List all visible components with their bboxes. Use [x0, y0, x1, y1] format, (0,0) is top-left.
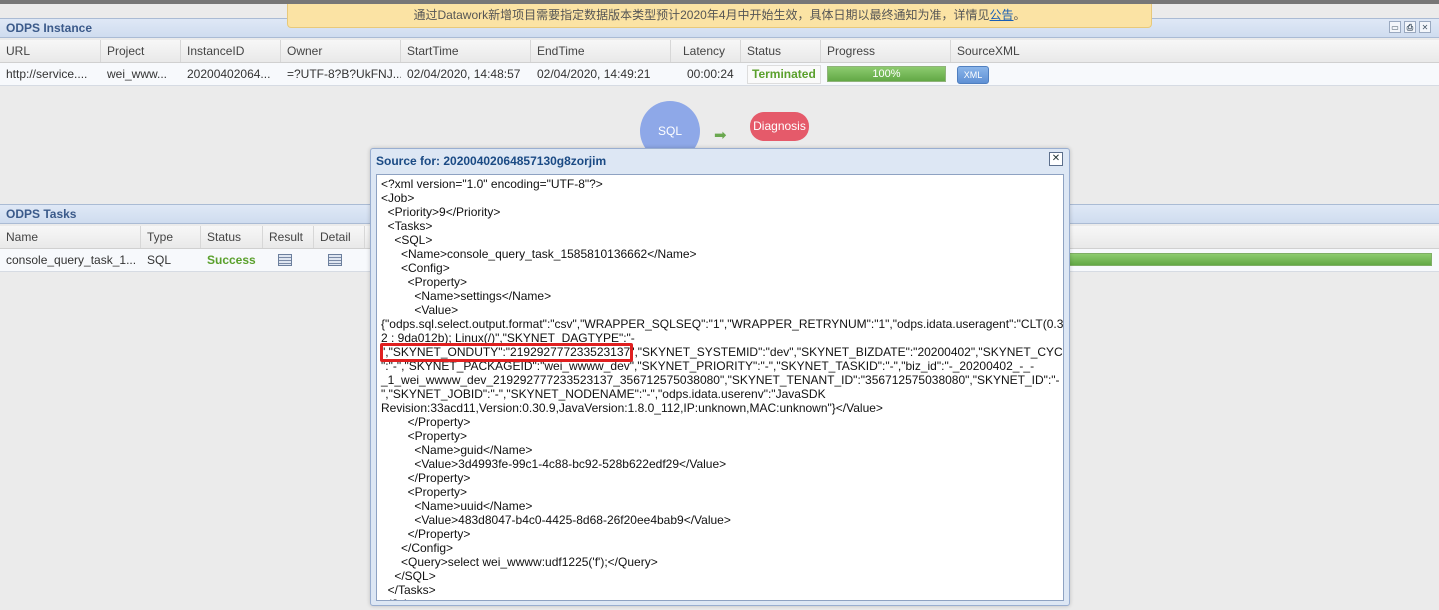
cell-task-status: Success: [201, 249, 263, 271]
xml-line: ","SKYNET_JOBID":"-","SKYNET_NODENAME":"…: [381, 387, 826, 401]
xml-source-view[interactable]: <?xml version="1.0" encoding="UTF-8"?> <J…: [376, 174, 1064, 601]
cell-status: Terminated: [741, 63, 821, 85]
xml-line: <Value>3d4993fe-99c1-4c88-bc92-528b622ed…: [381, 457, 727, 471]
xml-line: </SQL>: [381, 569, 436, 583]
col-latency[interactable]: Latency: [671, 40, 741, 62]
cell-end-time: 02/04/2020, 14:49:21: [537, 67, 651, 81]
xml-line: <Job>: [381, 191, 415, 205]
diagnosis-button[interactable]: Diagnosis: [750, 112, 809, 141]
col-task-result[interactable]: Result: [263, 226, 314, 248]
xml-line: <Name>console_query_task_1585810136662</…: [381, 247, 697, 261]
xml-line: <Config>: [381, 261, 450, 275]
xml-line: <Property>: [381, 275, 468, 289]
xml-line: </Tasks>: [381, 583, 436, 597]
tasks-panel-title-text: ODPS Tasks: [6, 207, 77, 221]
instance-row[interactable]: http://service.... wei_www... 2020040206…: [0, 63, 1439, 86]
dialog-close-icon[interactable]: ✕: [1049, 152, 1063, 166]
xml-line: <Property>: [381, 429, 468, 443]
cell-url[interactable]: http://service....: [0, 63, 101, 85]
cell-progress: 100%: [821, 63, 951, 85]
col-url[interactable]: URL: [0, 40, 101, 62]
instance-grid-header: URL Project InstanceID Owner StartTime E…: [0, 40, 1439, 63]
notice-text: 通过Datawork新增项目需要指定数据版本类型预计2020年4月中开始生效，具…: [413, 8, 990, 22]
xml-line: <Property>: [381, 485, 468, 499]
notice-banner: 通过Datawork新增项目需要指定数据版本类型预计2020年4月中开始生效，具…: [287, 4, 1152, 28]
xml-line: <Name>settings</Name>: [381, 289, 552, 303]
cell-task-detail: [314, 249, 365, 271]
cell-task-result: [263, 249, 314, 271]
cell-task-type: SQL: [147, 253, 172, 267]
instance-panel-title-text: ODPS Instance: [6, 21, 93, 35]
col-progress[interactable]: Progress: [821, 40, 951, 62]
detail-document-icon[interactable]: [328, 254, 342, 266]
xml-line: </Property>: [381, 527, 471, 541]
arrow-right-icon: ➡: [714, 127, 727, 144]
minimize-icon[interactable]: ▭: [1389, 21, 1401, 33]
cell-start-time: 02/04/2020, 14:48:57: [407, 67, 521, 81]
xml-line: <Query>select wei_wwww:udf1225('f');</Qu…: [381, 555, 658, 569]
status-badge: Terminated: [747, 65, 821, 84]
cell-project: wei_www...: [107, 67, 168, 81]
xml-button[interactable]: XML: [957, 66, 989, 84]
xml-line: <Name>guid</Name>: [381, 443, 533, 457]
panel-tools: ▭ ⎙ ✕: [1389, 21, 1431, 33]
xml-line: <SQL>: [381, 233, 433, 247]
col-project[interactable]: Project: [101, 40, 181, 62]
close-icon[interactable]: ✕: [1419, 21, 1431, 33]
cell-owner: =?UTF-8?B?UkFNJ...: [287, 67, 401, 81]
xml-line: {"odps.sql.select.output.format":"csv","…: [381, 317, 1064, 331]
xml-line: <?xml version="1.0" encoding="UTF-8"?>: [381, 177, 603, 191]
source-dialog: Source for: 20200402064857130g8zorjim ✕ …: [370, 148, 1070, 606]
xml-line: <Value>: [381, 303, 459, 317]
col-start-time[interactable]: StartTime: [401, 40, 531, 62]
xml-line: </Config>: [381, 541, 454, 555]
xml-line: <Tasks>: [381, 219, 433, 233]
col-end-time[interactable]: EndTime: [531, 40, 671, 62]
xml-line: </Property>: [381, 415, 471, 429]
xml-line: _1_wei_wwww_dev_219292777233523137_35671…: [381, 373, 1060, 387]
result-document-icon[interactable]: [278, 254, 292, 266]
col-task-name[interactable]: Name: [0, 226, 141, 248]
print-icon[interactable]: ⎙: [1404, 21, 1416, 33]
cell-source-xml: XML: [951, 63, 1031, 85]
col-source-xml[interactable]: SourceXML: [951, 40, 1439, 62]
col-instance-id[interactable]: InstanceID: [181, 40, 281, 62]
cell-instance-id: 20200402064...: [187, 67, 271, 81]
xml-line: <Priority>9</Priority>: [381, 205, 501, 219]
xml-line: <Value>483d8047-b4c0-4425-8d68-26f20ee4b…: [381, 513, 731, 527]
task-progress-bar: [1068, 253, 1432, 266]
col-status[interactable]: Status: [741, 40, 821, 62]
highlight-box: [380, 343, 633, 362]
col-owner[interactable]: Owner: [281, 40, 401, 62]
dialog-title: Source for: 20200402064857130g8zorjim: [376, 154, 607, 168]
xml-line: <Name>uuid</Name>: [381, 499, 533, 513]
task-status-success: Success: [207, 253, 256, 267]
xml-line: </Property>: [381, 471, 471, 485]
cell-latency: 00:00:24: [687, 67, 734, 81]
cell-task-name: console_query_task_1...: [6, 253, 137, 267]
xml-line: </Job>: [381, 597, 418, 600]
xml-line: Revision:33acd11,Version:0.30.9,JavaVers…: [381, 401, 883, 415]
col-task-type[interactable]: Type: [141, 226, 201, 248]
notice-link[interactable]: 公告: [990, 8, 1014, 22]
col-task-detail[interactable]: Detail: [314, 226, 365, 248]
progress-bar: 100%: [827, 66, 946, 82]
col-task-status[interactable]: Status: [201, 226, 263, 248]
notice-end: 。: [1013, 8, 1026, 22]
